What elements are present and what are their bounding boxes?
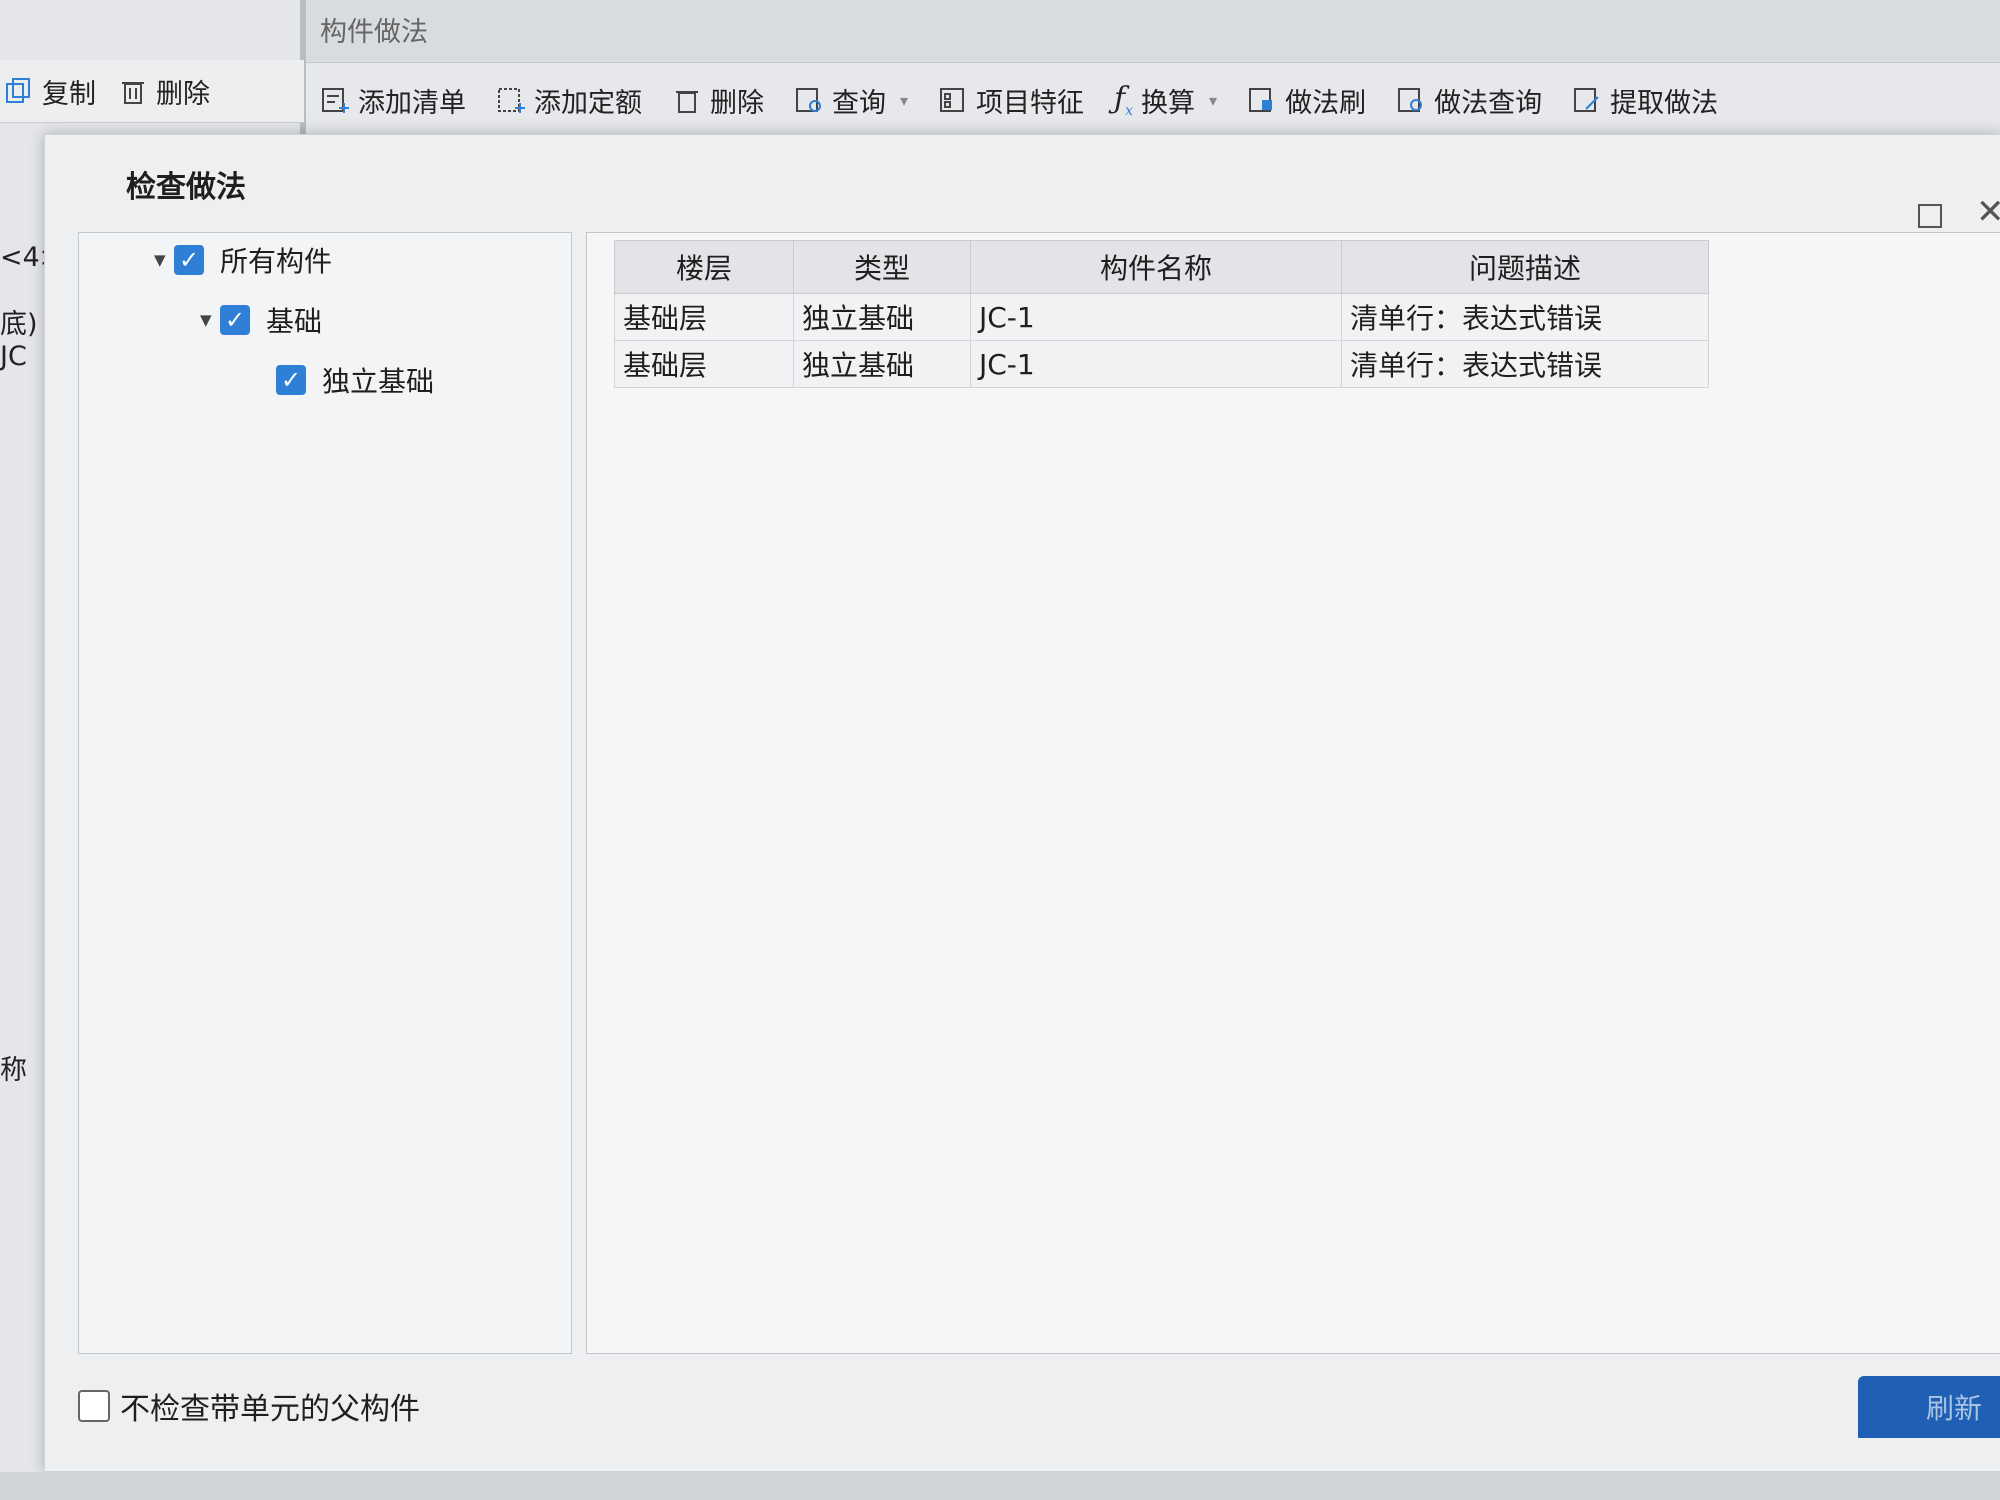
column-header-issue[interactable]: 问题描述	[1341, 240, 1709, 294]
trash-icon	[676, 91, 698, 113]
chevron-down-icon[interactable]: ▾	[900, 91, 908, 110]
cell-type: 独立基础	[793, 340, 971, 388]
close-icon[interactable]: ✕	[1976, 192, 2000, 232]
query-label: 查询	[832, 87, 886, 119]
query-button[interactable]: 查询 ▾	[794, 81, 908, 120]
isolated-foundation-checkbox[interactable]: ✓	[276, 365, 306, 395]
dialog-title: 检查做法	[126, 170, 246, 205]
convert-button[interactable]: ƒx 换算 ▾	[1114, 81, 1217, 120]
skip-parent-checkbox[interactable]	[78, 1390, 110, 1422]
caret-down-icon[interactable]: ▼	[154, 251, 174, 269]
brush-icon	[1249, 88, 1273, 112]
add-quota-icon	[498, 88, 525, 113]
table-row[interactable]: 基础层 独立基础 JC-1 清单行：表达式错误	[614, 340, 1709, 388]
component-tree	[78, 232, 572, 1354]
query-icon	[796, 88, 821, 112]
maximize-icon[interactable]	[1918, 204, 1942, 228]
refresh-button[interactable]: 刷新	[1858, 1376, 2000, 1438]
add-list-label: 添加清单	[358, 87, 466, 119]
convert-label: 换算	[1141, 87, 1196, 119]
method-query-label: 做法查询	[1434, 87, 1543, 119]
cell-issue: 清单行：表达式错误	[1341, 340, 1709, 388]
method-brush-button[interactable]: 做法刷	[1247, 81, 1366, 120]
column-header-type[interactable]: 类型	[793, 240, 971, 294]
trash-icon	[122, 82, 144, 104]
add-quota-label: 添加定额	[534, 87, 642, 119]
cell-floor: 基础层	[614, 293, 794, 341]
cell-component-name: JC-1	[970, 340, 1342, 388]
left-toolbar: 复制 删除	[0, 60, 304, 123]
tree-item-isolated-foundation[interactable]: ✓ 独立基础	[276, 360, 434, 400]
cell-issue: 清单行：表达式错误	[1341, 293, 1709, 341]
copy-button[interactable]: 复制	[4, 72, 96, 111]
delete-label: 删除	[710, 87, 764, 119]
tree-item-label: 基础	[266, 305, 323, 338]
cell-floor: 基础层	[614, 340, 794, 388]
delete-label: 删除	[156, 78, 210, 110]
function-icon: ƒx	[1114, 81, 1134, 119]
all-components-checkbox[interactable]: ✓	[174, 245, 204, 275]
main-panel-title: 构件做法	[320, 17, 428, 48]
delete-button[interactable]: 删除	[672, 81, 764, 120]
tree-item-label: 所有构件	[220, 245, 333, 278]
method-brush-label: 做法刷	[1285, 87, 1367, 119]
method-query-button[interactable]: 做法查询	[1396, 81, 1542, 120]
add-list-button[interactable]: 添加清单	[320, 81, 466, 120]
tree-item-label: 独立基础	[322, 365, 435, 398]
copy-icon	[6, 78, 30, 103]
status-strip	[0, 1472, 2000, 1500]
extract-icon	[1574, 88, 1599, 112]
skip-parent-option[interactable]: 不检查带单元的父构件	[78, 1384, 420, 1428]
foundation-checkbox[interactable]: ✓	[220, 305, 250, 335]
method-query-icon	[1398, 88, 1423, 112]
tree-item-all-components[interactable]: ▼ ✓ 所有构件	[154, 240, 332, 280]
item-feature-icon	[940, 88, 965, 112]
main-title-bar	[306, 0, 2000, 63]
table-row[interactable]: 基础层 独立基础 JC-1 清单行：表达式错误	[614, 293, 1709, 341]
column-header-floor[interactable]: 楼层	[614, 240, 794, 294]
item-feature-button[interactable]: 项目特征	[938, 81, 1084, 120]
caret-down-icon[interactable]: ▼	[200, 311, 220, 329]
column-header-component-name[interactable]: 构件名称	[970, 240, 1342, 294]
method-toolbar: 添加清单 添加定额 删除 查询 ▾ 项目特征 ƒx 换算 ▾ 做法刷 做法查询 …	[320, 68, 1718, 132]
delete-button-left[interactable]: 删除	[118, 72, 210, 111]
add-quota-button[interactable]: 添加定额	[496, 81, 642, 120]
copy-label: 复制	[42, 78, 96, 110]
chevron-down-icon[interactable]: ▾	[1209, 91, 1217, 110]
results-table: 楼层 类型 构件名称 问题描述 基础层 独立基础 JC-1 清单行：表达式错误 …	[614, 240, 1709, 388]
extract-method-button[interactable]: 提取做法	[1572, 81, 1718, 120]
table-header-row: 楼层 类型 构件名称 问题描述	[614, 240, 1709, 294]
skip-parent-label: 不检查带单元的父构件	[120, 1392, 420, 1427]
cell-type: 独立基础	[793, 293, 971, 341]
extract-method-label: 提取做法	[1610, 87, 1719, 119]
add-list-icon	[322, 88, 349, 113]
item-feature-label: 项目特征	[976, 87, 1085, 119]
results-panel	[586, 232, 2000, 1354]
cell-component-name: JC-1	[970, 293, 1342, 341]
tree-item-foundation[interactable]: ▼ ✓ 基础	[200, 300, 322, 340]
